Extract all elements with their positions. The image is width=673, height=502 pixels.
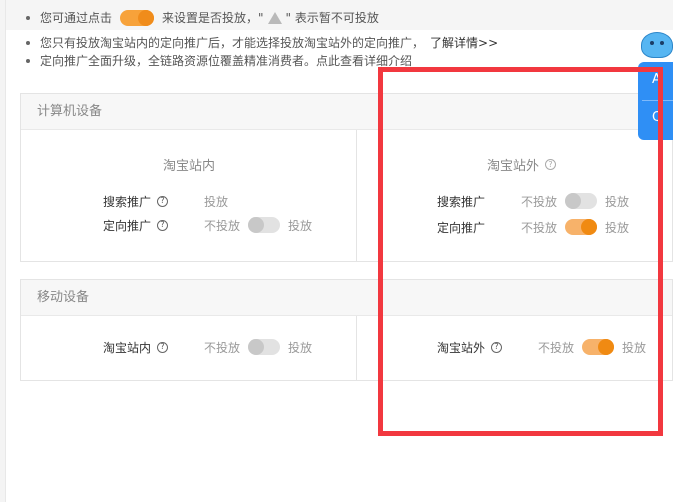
inside-column-title: 淘宝站内 <box>163 155 215 174</box>
notice-text: " 表示暂不可投放 <box>285 11 379 25</box>
pc-inside-targeting-toggle[interactable] <box>248 217 281 233</box>
learn-more-link[interactable]: 了解详情>> <box>430 34 498 51</box>
column-divider <box>356 130 357 261</box>
notice-upgrade[interactable]: 定向推广全面升级，全链路资源位覆盖精准消费者。点此查看详细介绍 <box>26 52 412 69</box>
mobile-inside-row: 淘宝站内 ? 不投放 投放 <box>103 338 312 356</box>
pc-inside-search-row: 搜索推广 ? 投放 <box>103 192 228 210</box>
warning-icon <box>267 11 282 24</box>
help-icon[interactable]: ? <box>157 195 169 207</box>
column-title-text: 淘宝站内 <box>163 159 216 174</box>
assistant-mascot-icon[interactable] <box>641 32 673 58</box>
mobile-inside-toggle[interactable] <box>248 339 281 355</box>
row-label: 淘宝站内 <box>103 340 152 355</box>
pc-inside-targeting-row: 定向推广 ? 不投放 投放 <box>103 216 312 234</box>
bullet-dot <box>26 15 30 20</box>
bullet-dot <box>26 40 30 45</box>
notice-text: 您只有投放淘宝站内的定向推广后，才能选择投放淘宝站外的定向推广， <box>40 36 425 50</box>
on-label: 投放 <box>288 218 313 233</box>
column-divider <box>356 316 357 380</box>
help-icon[interactable]: ? <box>157 219 169 231</box>
page: 您可通过点击 来设置是否投放，" " 表示暂不可投放 您只有投放淘宝站内的定向推… <box>0 0 673 502</box>
bullet-dot <box>26 58 30 63</box>
notice-text: 您可通过点击 <box>40 11 113 25</box>
left-strip <box>0 0 6 502</box>
off-label: 不投放 <box>204 340 241 355</box>
row-label: 定向推广 <box>103 218 152 233</box>
off-label: 不投放 <box>204 218 241 233</box>
annotation-highlight-box <box>378 67 663 436</box>
example-toggle-icon <box>120 9 155 26</box>
upgrade-intro-link[interactable]: 定向推广全面升级，全链路资源位覆盖精准消费者。点此查看详细介绍 <box>40 52 412 69</box>
notice-text: 来设置是否投放，" <box>162 11 264 25</box>
notice-requirement: 您只有投放淘宝站内的定向推广后，才能选择投放淘宝站外的定向推广， 了解详情>> <box>26 34 498 51</box>
on-label: 投放 <box>288 340 313 355</box>
notice-toggle-hint: 您可通过点击 来设置是否投放，" " 表示暂不可投放 <box>26 9 379 26</box>
help-icon[interactable]: ? <box>157 341 169 353</box>
on-label: 投放 <box>204 194 229 209</box>
row-label: 搜索推广 <box>103 194 152 209</box>
